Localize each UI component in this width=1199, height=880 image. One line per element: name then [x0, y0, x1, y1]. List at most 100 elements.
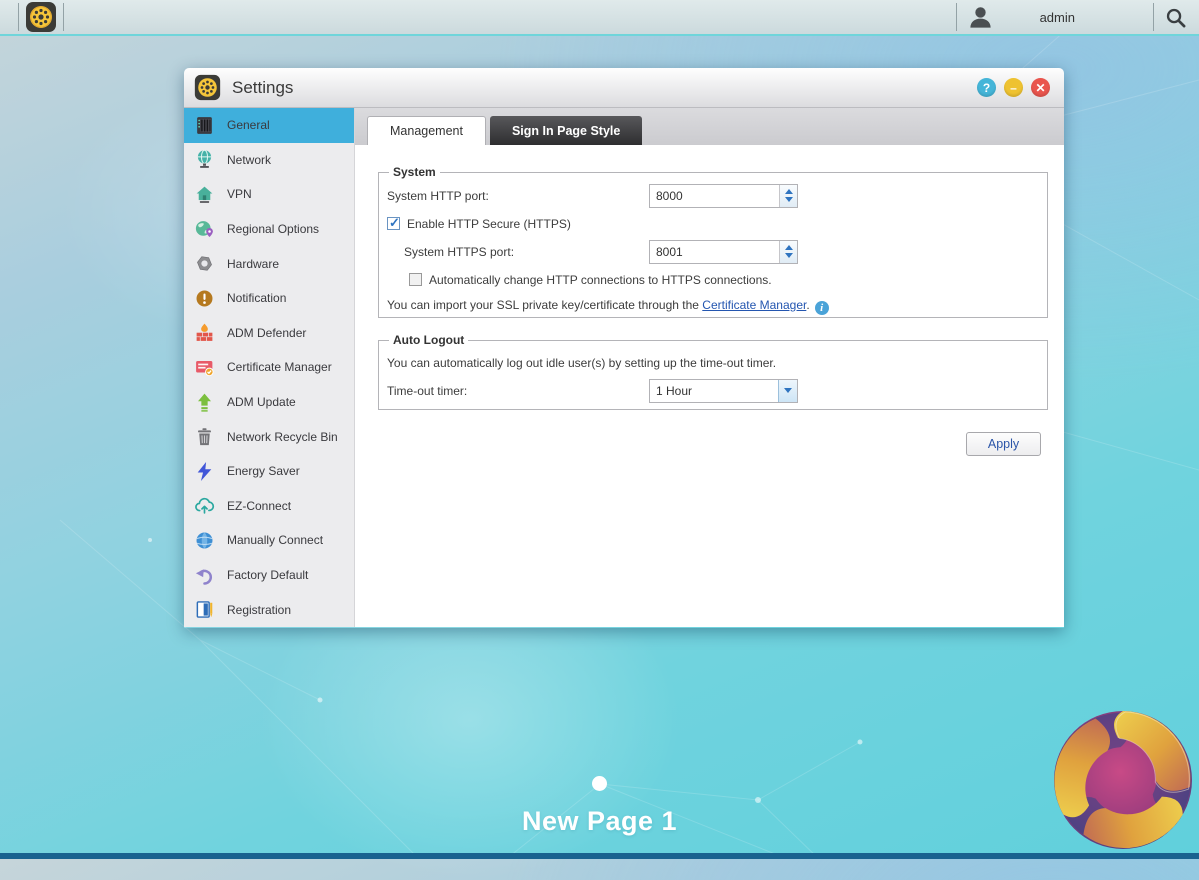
sidebar-item-factory-default[interactable]: Factory Default	[184, 558, 354, 593]
regional-options-icon	[194, 219, 215, 240]
sidebar-item-hardware[interactable]: Hardware	[184, 246, 354, 281]
network-icon	[194, 149, 215, 170]
management-panel: System System HTTP port:	[355, 145, 1064, 627]
sidebar-item-energy-saver[interactable]: Energy Saver	[184, 454, 354, 489]
tab-bar: Management Sign In Page Style	[355, 108, 1064, 145]
help-button[interactable]: ?	[977, 78, 996, 97]
network-recycle-bin-icon	[194, 426, 215, 447]
spin-up-icon	[785, 245, 793, 250]
ssl-import-text: You can import your SSL private key/cert…	[387, 298, 829, 315]
https-port-label: System HTTPS port:	[404, 245, 649, 259]
http-port-input[interactable]	[650, 185, 779, 207]
taskbar-separator	[63, 3, 64, 31]
minimize-button[interactable]: –	[1004, 78, 1023, 97]
chevron-down-icon	[784, 388, 792, 393]
spin-up-icon	[785, 189, 793, 194]
sidebar-item-vpn[interactable]: VPN	[184, 177, 354, 212]
https-enable-label: Enable HTTP Secure (HTTPS)	[407, 217, 571, 231]
auto-redirect-label: Automatically change HTTP connections to…	[429, 273, 772, 287]
tab-sign-in-page-style[interactable]: Sign In Page Style	[490, 116, 642, 145]
username-label: admin	[1040, 10, 1075, 25]
ez-connect-icon	[194, 495, 215, 516]
auto-logout-section: Auto Logout You can automatically log ou…	[378, 333, 1048, 410]
manually-connect-icon	[194, 530, 215, 551]
adm-settings-app-icon	[25, 1, 57, 33]
general-icon	[194, 115, 215, 136]
sidebar-item-label: Notification	[227, 291, 286, 305]
desktop-page-indicator-dot[interactable]	[592, 776, 607, 791]
settings-window: Settings ? – ✕ General	[184, 68, 1064, 628]
apply-button[interactable]: Apply	[966, 432, 1041, 456]
sidebar-item-label: Factory Default	[227, 568, 308, 582]
user-icon	[967, 4, 994, 31]
system-section-legend: System	[389, 165, 440, 179]
window-title: Settings	[232, 78, 293, 98]
certificate-manager-icon	[194, 357, 215, 378]
taskbar: admin	[0, 0, 1199, 36]
timeout-timer-label: Time-out timer:	[387, 384, 649, 398]
info-icon[interactable]: i	[815, 301, 829, 315]
factory-default-icon	[194, 565, 215, 586]
tab-management[interactable]: Management	[367, 116, 486, 145]
https-enable-checkbox[interactable]	[387, 217, 400, 230]
sidebar-item-label: Network	[227, 153, 271, 167]
auto-redirect-checkbox[interactable]	[409, 273, 422, 286]
auto-logout-legend: Auto Logout	[389, 333, 468, 347]
settings-sidebar: General Network VPN	[184, 108, 355, 627]
close-button[interactable]: ✕	[1031, 78, 1050, 97]
sidebar-item-manually-connect[interactable]: Manually Connect	[184, 523, 354, 558]
hardware-icon	[194, 253, 215, 274]
sidebar-item-label: Registration	[227, 603, 291, 617]
sidebar-item-registration[interactable]: Registration	[184, 592, 354, 627]
user-menu[interactable]: admin	[957, 4, 1153, 31]
energy-saver-icon	[194, 461, 215, 482]
sidebar-item-label: Manually Connect	[227, 533, 323, 547]
sidebar-item-label: Network Recycle Bin	[227, 430, 338, 444]
registration-icon	[194, 599, 215, 620]
sidebar-item-notification[interactable]: Notification	[184, 281, 354, 316]
https-port-input[interactable]	[650, 241, 779, 263]
window-titlebar[interactable]: Settings ? – ✕	[184, 68, 1064, 108]
http-port-label: System HTTP port:	[387, 189, 649, 203]
http-port-spin-buttons[interactable]	[779, 185, 797, 207]
http-port-spinner	[649, 184, 798, 208]
sidebar-item-label: Hardware	[227, 257, 279, 271]
adm-update-icon	[194, 392, 215, 413]
sidebar-item-regional-options[interactable]: Regional Options	[184, 212, 354, 247]
sidebar-item-label: ADM Defender	[227, 326, 306, 340]
adm-settings-taskbar-button[interactable]	[25, 1, 57, 33]
sidebar-item-label: General	[227, 118, 270, 132]
dropdown-button[interactable]	[778, 380, 797, 402]
timeout-timer-select[interactable]: 1 Hour	[649, 379, 798, 403]
sidebar-item-network-recycle-bin[interactable]: Network Recycle Bin	[184, 419, 354, 454]
search-button[interactable]	[1164, 6, 1187, 29]
sidebar-item-adm-defender[interactable]: ADM Defender	[184, 316, 354, 351]
sidebar-item-label: Regional Options	[227, 222, 319, 236]
sidebar-item-adm-update[interactable]: ADM Update	[184, 385, 354, 420]
sidebar-item-network[interactable]: Network	[184, 143, 354, 178]
search-icon	[1164, 6, 1187, 29]
sidebar-item-label: Certificate Manager	[227, 360, 332, 374]
vpn-icon	[194, 184, 215, 205]
spin-down-icon	[785, 197, 793, 202]
timeout-timer-value: 1 Hour	[650, 380, 778, 402]
system-section: System System HTTP port:	[378, 165, 1048, 318]
settings-app-icon	[194, 74, 221, 101]
spin-down-icon	[785, 253, 793, 258]
https-port-spin-buttons[interactable]	[779, 241, 797, 263]
sidebar-item-certificate-manager[interactable]: Certificate Manager	[184, 350, 354, 385]
adm-defender-icon	[194, 322, 215, 343]
sidebar-item-label: ADM Update	[227, 395, 296, 409]
auto-logout-description: You can automatically log out idle user(…	[387, 356, 776, 370]
taskbar-separator	[18, 3, 19, 31]
sidebar-item-label: VPN	[227, 187, 252, 201]
notification-icon	[194, 288, 215, 309]
https-port-spinner	[649, 240, 798, 264]
certificate-manager-link[interactable]: Certificate Manager	[702, 298, 806, 312]
desktop-page-label: New Page 1	[0, 806, 1199, 837]
asustor-swirl-logo	[1048, 704, 1198, 856]
bottom-edge-strip	[0, 853, 1199, 859]
sidebar-item-ez-connect[interactable]: EZ-Connect	[184, 489, 354, 524]
sidebar-item-general[interactable]: General	[184, 108, 354, 143]
sidebar-item-label: EZ-Connect	[227, 499, 291, 513]
